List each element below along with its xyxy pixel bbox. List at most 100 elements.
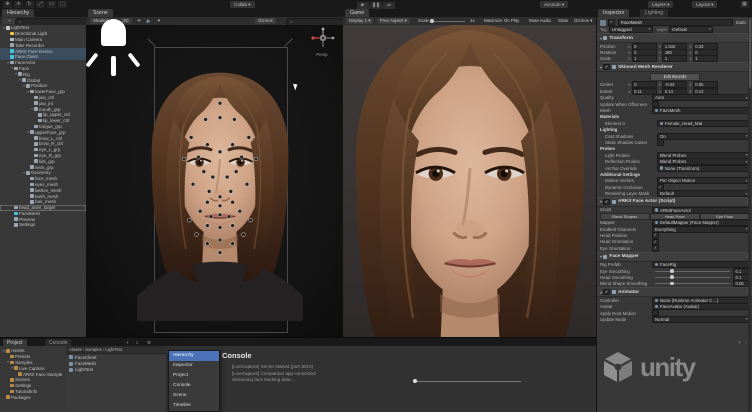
gameobject-active-checkbox[interactable]: ✓: [608, 19, 615, 26]
menu-item[interactable]: Console: [169, 381, 219, 391]
help-icon[interactable]: ?: [738, 340, 741, 345]
menu-item[interactable]: Scene: [169, 391, 219, 401]
tracking-dot[interactable]: [229, 189, 233, 193]
tracking-dot[interactable]: [205, 242, 209, 246]
object-field[interactable]: Female_Head_Mat: [657, 120, 750, 127]
component-header[interactable]: ▾✓ARKit Face Actor (Script)⋮: [597, 197, 752, 207]
scale-slider-knob[interactable]: [430, 19, 434, 23]
foldout-arrow-icon[interactable]: ▾: [600, 254, 602, 259]
row-slider[interactable]: [655, 271, 730, 272]
menu-item[interactable]: Timeline: [169, 401, 219, 411]
row-slider[interactable]: [655, 283, 730, 284]
scene-gizmos-dropdown[interactable]: Gizmos: [255, 18, 276, 24]
object-picker-icon[interactable]: [655, 299, 658, 302]
tracking-dot[interactable]: [225, 175, 229, 179]
object-picker-icon[interactable]: [655, 208, 658, 211]
object-picker-icon[interactable]: [655, 109, 658, 112]
scene-orientation-gizmo[interactable]: [308, 26, 338, 52]
game-view[interactable]: [343, 25, 597, 337]
mute-audio-toggle[interactable]: Mute Audio: [526, 18, 554, 24]
vector-field[interactable]: 1: [662, 55, 687, 62]
menu-item[interactable]: Hierarchy: [169, 351, 219, 361]
tracking-dot[interactable]: [195, 233, 199, 237]
layer-dropdown[interactable]: Default: [669, 26, 713, 33]
vector-field[interactable]: 1: [632, 55, 657, 62]
tracking-dot[interactable]: [218, 150, 222, 154]
object-picker-icon[interactable]: [655, 305, 658, 308]
row-checkbox[interactable]: ✓: [652, 232, 659, 239]
tracking-dot[interactable]: [247, 135, 251, 139]
tracking-dot[interactable]: [227, 215, 231, 219]
timeline-slider-knob[interactable]: [413, 379, 417, 383]
row-dropdown[interactable]: Normal: [652, 316, 750, 323]
row-slider-thumb[interactable]: [670, 269, 674, 273]
foldout-arrow-icon[interactable]: ▾: [600, 65, 602, 70]
scale-tool-icon[interactable]: ⤢: [36, 1, 45, 8]
rect-tool-icon[interactable]: ▭: [47, 1, 56, 8]
row-checkbox[interactable]: [657, 139, 664, 146]
tracking-dot[interactable]: [211, 175, 215, 179]
tracking-dot[interactable]: [238, 209, 242, 213]
tracking-dot[interactable]: [231, 200, 235, 204]
object-picker-icon[interactable]: [655, 263, 658, 266]
component-enabled-checkbox[interactable]: ✓: [603, 289, 610, 296]
tree-item[interactable]: Packages: [0, 394, 66, 400]
tab-hierarchy[interactable]: Hierarchy: [2, 9, 34, 17]
component-header[interactable]: ▾✓Animator⋮: [597, 287, 752, 297]
stats-toggle[interactable]: Stats: [555, 18, 571, 24]
object-field[interactable]: ARKitFaceActor: [652, 207, 750, 214]
transform-tool-icon[interactable]: ⬚: [58, 1, 67, 8]
scale-slider[interactable]: [431, 21, 465, 22]
row-dropdown[interactable]: On: [657, 133, 750, 140]
tracking-dot[interactable]: [209, 215, 213, 219]
tracking-dot[interactable]: [218, 251, 222, 255]
row-dropdown[interactable]: Per Object Motion: [657, 177, 750, 184]
scene-audio-toggle-icon[interactable]: 🔈: [143, 18, 154, 24]
object-field[interactable]: None (Transform): [657, 165, 750, 172]
maximize-on-play-toggle[interactable]: Maximize On Play: [481, 18, 522, 24]
tab-lighting[interactable]: Lighting: [640, 9, 668, 17]
row-slider-thumb[interactable]: [670, 275, 674, 279]
tracking-dot[interactable]: [231, 224, 235, 228]
tracking-dot[interactable]: [218, 225, 222, 229]
tracking-dot[interactable]: [241, 233, 245, 237]
tree-item[interactable]: Settings: [0, 222, 86, 228]
tracking-dot[interactable]: [234, 170, 238, 174]
tracking-dot[interactable]: [204, 117, 208, 121]
row-dropdown[interactable]: Default: [657, 190, 750, 197]
tracking-dot[interactable]: [218, 101, 222, 105]
object-picker-icon[interactable]: [660, 166, 663, 169]
menu-item[interactable]: Project: [169, 371, 219, 381]
tracking-dot[interactable]: [205, 200, 209, 204]
row-slider-thumb[interactable]: [670, 282, 674, 286]
object-picker-icon[interactable]: [660, 122, 663, 125]
hand-tool-icon[interactable]: ✥: [3, 1, 12, 8]
aspect-dropdown[interactable]: Free Aspect ▾: [377, 18, 410, 24]
tracking-dot[interactable]: [191, 182, 195, 186]
component-enabled-checkbox[interactable]: ✓: [603, 199, 610, 206]
project-search-icon[interactable]: ⌕: [136, 340, 139, 345]
tracking-dot[interactable]: [218, 204, 222, 208]
tracking-dot[interactable]: [245, 182, 249, 186]
layers-dropdown[interactable]: Layers ▾: [648, 1, 673, 8]
object-picker-icon[interactable]: [655, 221, 658, 224]
row-dropdown[interactable]: Everything: [652, 226, 750, 233]
foldout-arrow-icon[interactable]: ▾: [600, 290, 602, 295]
object-field[interactable]: FaceRig: [652, 261, 750, 268]
timeline-slider[interactable]: [415, 381, 521, 382]
vector-field[interactable]: 1: [693, 55, 718, 62]
foldout-arrow-icon[interactable]: ▾: [600, 199, 602, 204]
collab-button[interactable]: Collab ▾: [230, 1, 255, 8]
tag-dropdown[interactable]: Untagged: [609, 26, 653, 33]
tracking-dot[interactable]: [231, 242, 235, 246]
tracking-dot[interactable]: [240, 155, 244, 159]
component-header[interactable]: ▾Transform⋮: [597, 33, 752, 43]
inspector-scrollbar-thumb[interactable]: [749, 18, 751, 88]
tracking-dot[interactable]: [205, 143, 209, 147]
segment-button[interactable]: Blend Shapes: [600, 213, 650, 220]
file-item[interactable]: LightTest: [66, 367, 166, 373]
grid-icon[interactable]: ▦: [740, 1, 749, 8]
tracking-dot[interactable]: [189, 135, 193, 139]
component-header[interactable]: ▾Face Mapper⋮: [597, 252, 752, 262]
tracking-dot[interactable]: [202, 170, 206, 174]
